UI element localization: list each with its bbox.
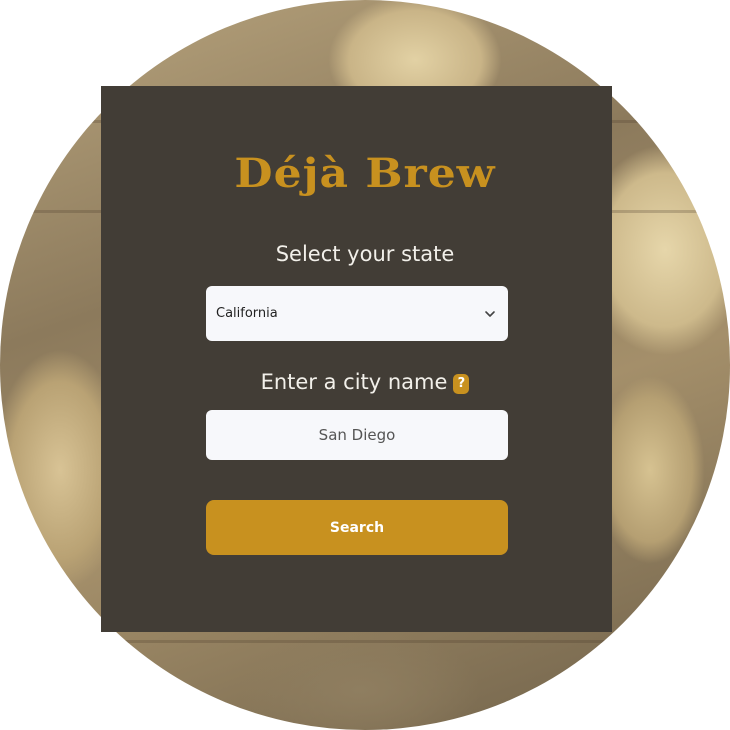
state-select-value: California <box>216 306 278 321</box>
search-button[interactable]: Search <box>206 500 508 555</box>
city-label-row: Enter a city name? <box>0 370 730 394</box>
background-texture-line <box>0 640 730 643</box>
chevron-down-icon <box>485 310 495 317</box>
question-icon[interactable]: ? <box>453 374 470 394</box>
state-label: Select your state <box>275 242 455 266</box>
state-select[interactable]: California <box>206 286 508 341</box>
city-input[interactable] <box>206 410 508 460</box>
brand-logo: Déjà Brew <box>234 150 496 197</box>
city-label: Enter a city name <box>260 370 448 394</box>
